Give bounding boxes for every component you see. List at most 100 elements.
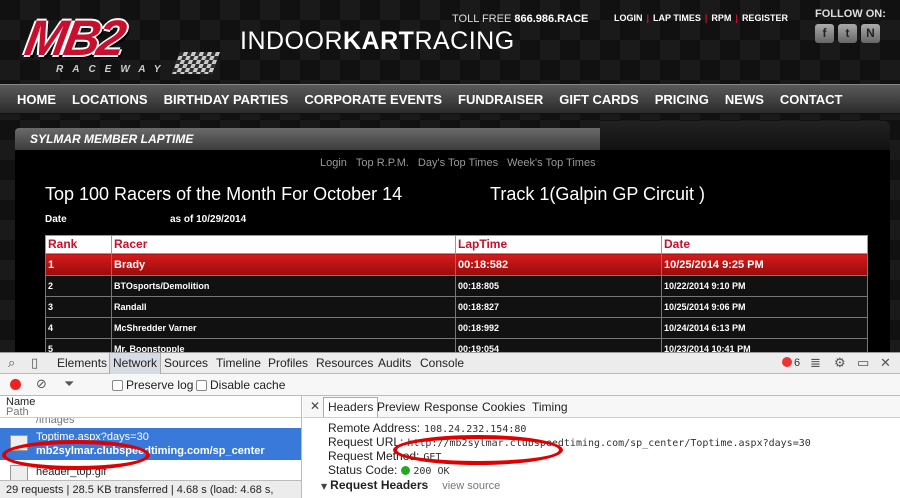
checkbox-box xyxy=(196,379,207,391)
toll-free-number: 866.986.RACE xyxy=(514,13,589,25)
cell-date: 10/23/2014 10:41 PM xyxy=(661,338,868,352)
preserve-log-checkbox[interactable]: Preserve log xyxy=(112,378,193,392)
brand-name: INDOORKARTRACING xyxy=(240,26,515,56)
cell-laptime: 00:18:582 xyxy=(455,253,662,276)
request-headers-section[interactable]: ▼ Request Headers view source xyxy=(321,478,500,494)
panel-header-bg xyxy=(600,121,890,150)
view-source-link[interactable]: view source xyxy=(442,480,500,492)
network-toolbar: ⊘ ⏷ Preserve log Disable cache xyxy=(0,374,900,396)
sub-link-weeks-top[interactable]: Week's Top Times xyxy=(507,156,596,170)
tab-network[interactable]: Network xyxy=(109,353,162,374)
lap-times-link[interactable]: LAP TIMES xyxy=(649,13,705,24)
panel-header: SYLMAR MEMBER LAPTIME xyxy=(15,128,600,150)
nav-pricing[interactable]: PRICING xyxy=(647,85,717,113)
error-count: 6 xyxy=(794,357,801,369)
brand-part: INDOOR xyxy=(240,27,343,55)
facebook-icon[interactable]: f xyxy=(815,24,834,43)
record-icon[interactable] xyxy=(10,379,21,390)
tab-headers[interactable]: Headers xyxy=(323,397,379,417)
tab-response[interactable]: Response xyxy=(424,400,478,414)
news-icon[interactable]: N xyxy=(861,24,880,43)
cell-racer: Randall xyxy=(111,296,456,318)
clear-icon[interactable]: ⊘ xyxy=(36,377,47,392)
header-label: Status Code: xyxy=(328,463,398,477)
tab-audits[interactable]: Audits xyxy=(378,353,411,374)
nav-gift-cards[interactable]: GIFT CARDS xyxy=(551,85,646,113)
disable-cache-checkbox[interactable]: Disable cache xyxy=(196,378,285,392)
request-path: mb2sylmar.clubspeedtiming.com/sp_center xyxy=(36,445,265,457)
brand-part-end: RACING xyxy=(414,27,515,55)
header-value: http://mb2sylmar.clubspeedtiming.com/sp_… xyxy=(407,438,811,449)
device-mode-icon[interactable]: ▯ xyxy=(31,356,38,371)
col-racer: Racer xyxy=(111,235,456,254)
rpm-link[interactable]: RPM xyxy=(707,13,735,24)
login-link[interactable]: LOGIN xyxy=(610,13,647,24)
console-drawer-icon[interactable]: ≣ xyxy=(810,356,821,371)
cell-date: 10/24/2014 6:13 PM xyxy=(661,317,868,339)
request-row[interactable]: header_top.gif xyxy=(0,461,301,480)
filter-icon[interactable]: ⏷ xyxy=(64,377,74,392)
header-label: Request URL: xyxy=(328,435,404,449)
nav-home[interactable]: HOME xyxy=(9,85,64,113)
tab-sources[interactable]: Sources xyxy=(164,353,208,374)
tab-elements[interactable]: Elements xyxy=(57,353,107,374)
header-value: 200 OK xyxy=(413,466,450,477)
top-links: LOGIN | LAP TIMES | RPM | REGISTER xyxy=(610,13,792,24)
checkered-flag-icon xyxy=(171,52,221,74)
sub-link-top-rpm[interactable]: Top R.P.M. xyxy=(356,156,409,170)
cell-rank: 1 xyxy=(45,253,112,276)
tab-preview[interactable]: Preview xyxy=(377,400,420,414)
close-icon[interactable]: ✕ xyxy=(310,399,320,413)
table-row: 2 BTOsports/Demolition 00:18:805 10/22/2… xyxy=(45,275,868,297)
nav-fundraiser[interactable]: FUNDRAISER xyxy=(450,85,551,113)
header-value: GET xyxy=(423,452,442,463)
tab-profiles[interactable]: Profiles xyxy=(268,353,308,374)
col-rank: Rank xyxy=(45,235,112,254)
devtools-panel: ⌕ ▯ Elements Network Sources Timeline Pr… xyxy=(0,352,900,498)
cell-rank: 3 xyxy=(45,296,112,318)
nav-locations[interactable]: LOCATIONS xyxy=(64,85,156,113)
checkbox-label: Preserve log xyxy=(126,378,194,392)
sub-link-days-top[interactable]: Day's Top Times xyxy=(418,156,498,170)
tab-timing[interactable]: Timing xyxy=(532,400,568,414)
search-icon[interactable]: ⌕ xyxy=(8,356,15,371)
nav-contact[interactable]: CONTACT xyxy=(772,85,851,113)
nav-news[interactable]: NEWS xyxy=(717,85,772,113)
twitter-icon[interactable]: t xyxy=(838,24,857,43)
cell-laptime: 00:18:805 xyxy=(455,275,662,297)
tab-cookies[interactable]: Cookies xyxy=(482,400,525,414)
expand-triangle-icon: ▼ xyxy=(321,482,328,491)
request-row-selected[interactable]: Toptime.aspx?days=30 mb2sylmar.clubspeed… xyxy=(0,428,301,460)
toll-free-label: TOLL FREE xyxy=(452,13,512,25)
cell-date: 10/25/2014 9:25 PM xyxy=(661,253,868,276)
gear-icon[interactable]: ⚙ xyxy=(834,356,846,371)
nav-birthday-parties[interactable]: BIRTHDAY PARTIES xyxy=(156,85,297,113)
brand-part-bold: KART xyxy=(343,27,415,55)
request-list-header[interactable]: Name Path xyxy=(0,396,301,418)
track-name: Track 1(Galpin GP Circuit ) xyxy=(490,184,706,204)
sub-links: Login Top R.P.M. Day's Top Times Week's … xyxy=(320,156,596,170)
screen: MB2 RACEWAY INDOORKARTRACING TOLL FREE 8… xyxy=(0,0,900,498)
dock-icon[interactable]: ▭ xyxy=(857,356,869,371)
cell-laptime: 00:19:054 xyxy=(455,338,662,352)
tab-console[interactable]: Console xyxy=(420,353,464,374)
error-badge[interactable]: 6 xyxy=(782,356,800,371)
header-value: 108.24.232.154:80 xyxy=(424,424,527,435)
register-link[interactable]: REGISTER xyxy=(738,13,792,24)
tab-resources[interactable]: Resources xyxy=(316,353,373,374)
status-code: Status Code: 200 OK xyxy=(328,463,450,479)
close-icon[interactable]: ✕ xyxy=(880,356,891,371)
header-label: Remote Address: xyxy=(328,421,421,435)
logo-text: MB2 xyxy=(21,10,128,66)
tab-timeline[interactable]: Timeline xyxy=(216,353,261,374)
cell-rank: 5 xyxy=(45,338,112,352)
website: MB2 RACEWAY INDOORKARTRACING TOLL FREE 8… xyxy=(0,0,900,352)
nav-corporate-events[interactable]: CORPORATE EVENTS xyxy=(296,85,450,113)
sub-link-login[interactable]: Login xyxy=(320,156,347,170)
cell-laptime: 00:18:992 xyxy=(455,317,662,339)
status-ok-icon xyxy=(401,466,411,475)
error-icon xyxy=(782,357,792,367)
table-header-row: Rank Racer LapTime Date xyxy=(45,235,868,254)
mb2-logo[interactable]: MB2 RACEWAY xyxy=(21,10,231,78)
request-row[interactable]: /images xyxy=(0,418,301,427)
